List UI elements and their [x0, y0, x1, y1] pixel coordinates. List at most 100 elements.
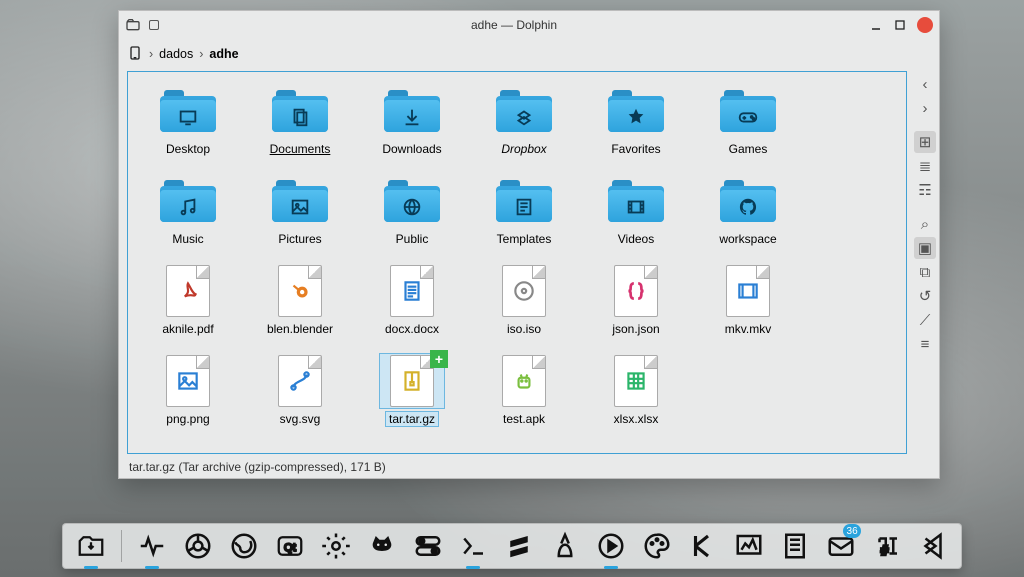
svg-text:#: #	[881, 543, 889, 558]
item-label: Templates	[494, 232, 555, 246]
item-label: json.json	[609, 322, 662, 336]
item-label: xlsx.xlsx	[611, 412, 662, 426]
file-item-xlsx-xlsx[interactable]: xlsx.xlsx	[581, 350, 691, 440]
dock-chrome[interactable]	[182, 528, 214, 564]
dock-notes[interactable]	[779, 528, 811, 564]
folder-icon	[380, 84, 444, 138]
breadcrumb-item[interactable]: dados	[159, 47, 193, 61]
file-item-favorites[interactable]: Favorites	[581, 80, 691, 170]
history-button[interactable]: ↺	[914, 285, 936, 307]
dock-files[interactable]	[75, 528, 107, 564]
chevron-right-icon: ›	[149, 47, 153, 61]
dock-monitor[interactable]	[733, 528, 765, 564]
file-item-music[interactable]: Music	[133, 170, 243, 260]
item-label: Favorites	[608, 142, 663, 156]
compact-view-button[interactable]: ≣	[914, 155, 936, 177]
dock-vscode[interactable]	[917, 528, 949, 564]
running-indicator	[145, 566, 159, 569]
file-item-videos[interactable]: Videos	[581, 170, 691, 260]
hidden-button[interactable]: ⟋	[914, 309, 936, 331]
dock-terminal[interactable]	[458, 528, 490, 564]
breadcrumb-current[interactable]: adhe	[209, 47, 238, 61]
dock-kate[interactable]	[687, 528, 719, 564]
search-button[interactable]: ⌕	[914, 213, 936, 235]
dock-play[interactable]	[595, 528, 627, 564]
split-button[interactable]: ⧉	[914, 261, 936, 283]
item-label: Music	[169, 232, 206, 246]
file-item-games[interactable]: Games	[693, 80, 803, 170]
item-label: Public	[393, 232, 432, 246]
file-view[interactable]: Desktop DocumentsDownloadsDropbox Favorite…	[127, 71, 907, 454]
location-bar: › dados › adhe	[119, 39, 939, 69]
item-label: png.png	[163, 412, 212, 426]
forward-button[interactable]: ›	[914, 97, 936, 119]
file-icon	[268, 354, 332, 408]
file-item-iso-iso[interactable]: iso.iso	[469, 260, 579, 350]
details-view-button[interactable]: ☶	[914, 179, 936, 201]
status-bar: tar.tar.gz (Tar archive (gzip-compressed…	[119, 456, 939, 478]
file-item-dropbox[interactable]: Dropbox	[469, 80, 579, 170]
file-item-documents[interactable]: Documents	[245, 80, 355, 170]
item-label: Games	[726, 142, 771, 156]
file-item-tar-tar-gz[interactable]: + tar.tar.gz	[357, 350, 467, 440]
folder-icon	[268, 174, 332, 228]
file-item-json-json[interactable]: json.json	[581, 260, 691, 350]
dock-qt[interactable]: Qt	[274, 528, 306, 564]
minimize-button[interactable]	[869, 18, 883, 32]
item-label: tar.tar.gz	[386, 412, 438, 426]
file-item-mkv-mkv[interactable]: mkv.mkv	[693, 260, 803, 350]
app-icon	[125, 17, 141, 33]
file-item-desktop[interactable]: Desktop	[133, 80, 243, 170]
dock-pulse[interactable]	[136, 528, 168, 564]
file-item-test-apk[interactable]: test.apk	[469, 350, 579, 440]
file-item-png-png[interactable]: png.png	[133, 350, 243, 440]
folder-icon	[604, 84, 668, 138]
toolbar-sidebar: ‹› ⊞≣☶ ⌕▣⧉↺⟋≡	[911, 69, 939, 456]
icon-view-button[interactable]: ⊞	[914, 131, 936, 153]
item-label: docx.docx	[382, 322, 442, 336]
close-button[interactable]	[917, 17, 933, 33]
preview-button[interactable]: ▣	[914, 237, 936, 259]
breadcrumb-root-icon[interactable]	[127, 45, 143, 64]
dock-firefox[interactable]	[228, 528, 260, 564]
pin-icon[interactable]	[149, 20, 159, 30]
back-button[interactable]: ‹	[914, 73, 936, 95]
file-icon: +	[380, 354, 444, 408]
dolphin-window: adhe — Dolphin › dados › adhe Desktop Doc…	[118, 10, 940, 479]
folder-icon	[492, 84, 556, 138]
badge: 36	[843, 524, 861, 538]
file-item-pictures[interactable]: Pictures	[245, 170, 355, 260]
status-text: tar.tar.gz (Tar archive (gzip-compressed…	[129, 460, 386, 474]
file-item-docx-docx[interactable]: docx.docx	[357, 260, 467, 350]
dock-palette[interactable]	[641, 528, 673, 564]
item-label: Videos	[615, 232, 657, 246]
file-item-public[interactable]: Public	[357, 170, 467, 260]
titlebar[interactable]: adhe — Dolphin	[119, 11, 939, 39]
item-label: Desktop	[163, 142, 213, 156]
window-title: adhe — Dolphin	[167, 18, 861, 32]
file-item-workspace[interactable]: workspace	[693, 170, 803, 260]
maximize-button[interactable]	[893, 18, 907, 32]
dock-tux[interactable]	[549, 528, 581, 564]
folder-icon	[716, 84, 780, 138]
menu-button[interactable]: ≡	[914, 333, 936, 355]
file-icon	[604, 354, 668, 408]
file-item-downloads[interactable]: Downloads	[357, 80, 467, 170]
dock-sublime[interactable]	[503, 528, 535, 564]
dock-toggle[interactable]	[412, 528, 444, 564]
file-item-blen-blender[interactable]: blen.blender	[245, 260, 355, 350]
folder-icon	[604, 174, 668, 228]
dock-typografy[interactable]: #	[871, 528, 903, 564]
svg-text:Qt: Qt	[284, 542, 297, 554]
file-item-templates[interactable]: Templates	[469, 170, 579, 260]
item-label: workspace	[716, 232, 779, 246]
file-item-aknile-pdf[interactable]: aknile.pdf	[133, 260, 243, 350]
dock-cat[interactable]	[366, 528, 398, 564]
item-label: aknile.pdf	[159, 322, 216, 336]
file-item-svg-svg[interactable]: svg.svg	[245, 350, 355, 440]
dock-mail[interactable]: 36	[825, 528, 857, 564]
breadcrumb[interactable]: › dados › adhe	[127, 45, 239, 64]
item-label: Pictures	[275, 232, 324, 246]
item-label: mkv.mkv	[722, 322, 774, 336]
dock-gear[interactable]	[320, 528, 352, 564]
